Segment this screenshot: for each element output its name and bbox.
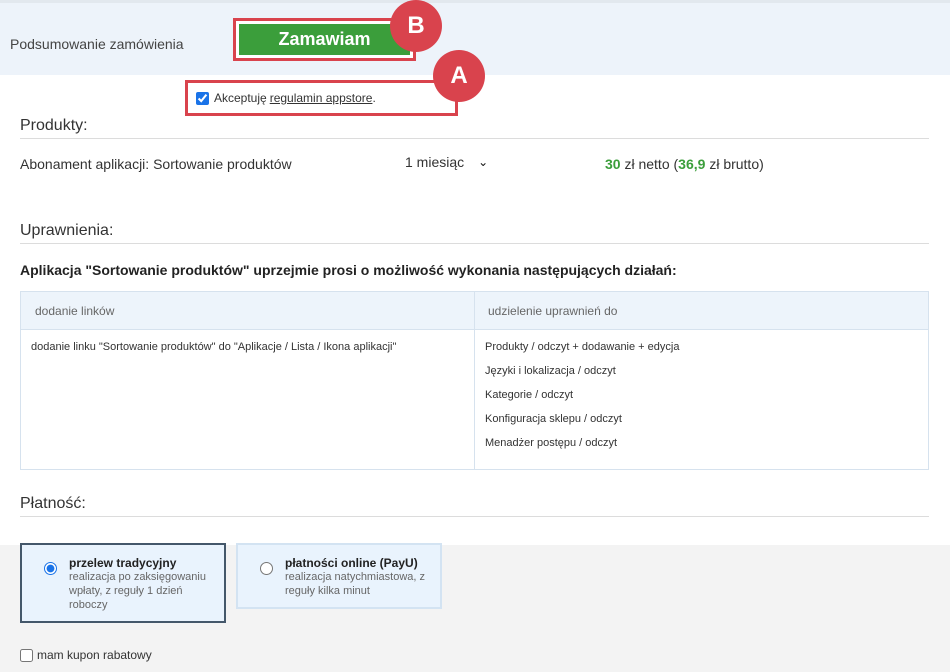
price-gross-label: zł brutto): [709, 156, 764, 172]
products-divider: [20, 138, 929, 139]
link-entry: dodanie linku "Sortowanie produktów" do …: [31, 341, 397, 353]
order-summary-title: Podsumowanie zamówienia: [10, 36, 184, 52]
annotation-marker-b: B: [390, 0, 442, 52]
payment-option-online[interactable]: płatności online (PayU) realizacja natyc…: [236, 543, 442, 609]
payment-title-online: płatności online (PayU): [285, 556, 418, 570]
grant-item: Menadżer postępu / odczyt: [485, 437, 618, 449]
terms-checkbox[interactable]: [196, 91, 209, 105]
grants-list: Produkty / odczyt + dodawanie + edycja J…: [485, 341, 679, 461]
payment-desc-online: realizacja natychmiastowa, z reguły kilk…: [285, 571, 426, 597]
annotation-marker-a: A: [433, 50, 485, 102]
payment-title-transfer: przelew tradycyjny: [69, 556, 177, 570]
grant-item: Konfiguracja sklepu / odczyt: [485, 413, 622, 425]
product-price: 30 zł netto (36,9 zł brutto): [605, 156, 764, 172]
products-heading: Produkty:: [20, 117, 88, 134]
terms-accept[interactable]: Akceptuję regulamin appstore.: [196, 91, 376, 105]
permissions-heading: Uprawnienia:: [20, 222, 114, 239]
coupon-checkbox[interactable]: [20, 648, 33, 662]
grant-item: Kategorie / odczyt: [485, 389, 574, 401]
period-select[interactable]: 1 miesiąc ⌄: [405, 154, 488, 170]
terms-suffix: .: [372, 91, 376, 105]
chevron-down-icon: ⌄: [478, 155, 489, 169]
grant-item: Produkty / odczyt + dodawanie + edycja: [485, 341, 680, 353]
grant-item: Języki i lokalizacja / odczyt: [485, 365, 616, 377]
payment-heading: Płatność:: [20, 495, 86, 512]
terms-prefix: Akceptuję: [214, 91, 267, 105]
coupon-toggle[interactable]: mam kupon rabatowy: [20, 648, 152, 662]
payment-divider: [20, 516, 929, 517]
column-header-links: dodanie linków: [35, 304, 115, 318]
price-gross-value: 36,9: [678, 156, 706, 172]
payment-desc-transfer: realizacja po zaksięgowaniu wpłaty, z re…: [69, 571, 206, 611]
terms-highlight: Akceptuję regulamin appstore.: [185, 80, 458, 116]
permissions-table: dodanie linków udzielenie uprawnień do d…: [20, 291, 929, 470]
payment-option-transfer[interactable]: przelew tradycyjny realizacja po zaksięg…: [20, 543, 226, 623]
coupon-label: mam kupon rabatowy: [37, 648, 152, 662]
permissions-request-text: Aplikacja "Sortowanie produktów" uprzejm…: [20, 262, 677, 278]
column-header-grants: udzielenie uprawnień do: [488, 304, 618, 318]
price-net-label: zł netto (: [624, 156, 679, 172]
permissions-divider: [20, 243, 929, 244]
order-button-highlight: Zamawiam: [233, 18, 416, 61]
period-value: 1 miesiąc: [405, 154, 465, 170]
product-name: Abonament aplikacji: Sortowanie produktó…: [20, 156, 292, 172]
payment-radio-transfer[interactable]: [44, 562, 57, 575]
price-net-value: 30: [605, 156, 621, 172]
column-divider: [474, 292, 475, 469]
order-button[interactable]: Zamawiam: [239, 24, 410, 55]
terms-link[interactable]: regulamin appstore: [270, 91, 373, 105]
payment-radio-online[interactable]: [260, 562, 273, 575]
